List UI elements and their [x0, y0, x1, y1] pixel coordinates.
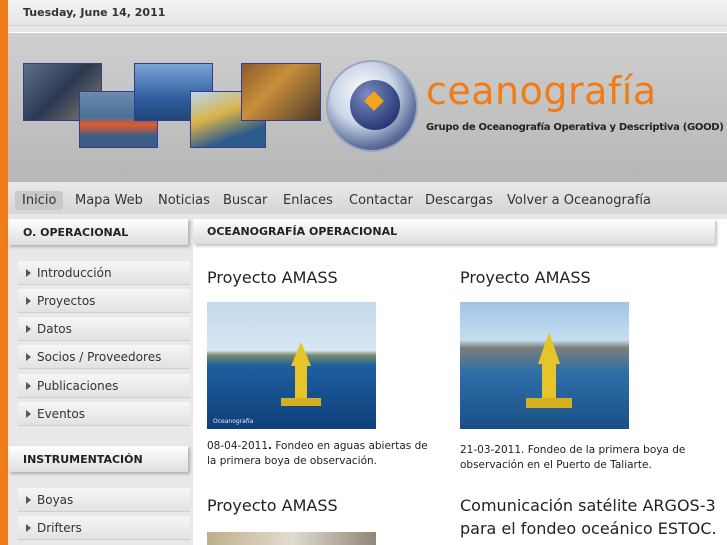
- nav-item-enlaces[interactable]: Enlaces: [279, 191, 337, 210]
- logo-diamond-icon: [364, 91, 384, 111]
- main-navigation: Inicio Mapa Web Noticias Buscar Enlaces …: [8, 186, 727, 214]
- bullet-arrow-icon: [26, 496, 31, 504]
- sidebar-item-label: Introducción: [37, 266, 112, 280]
- current-date: Tuesday, June 14, 2011: [23, 6, 166, 19]
- sidebar-section-title-operacional: O. OPERACIONAL: [8, 219, 188, 245]
- top-bar: Tuesday, June 14, 2011: [8, 0, 727, 26]
- buoy-illustration: [526, 332, 572, 408]
- sidebar-item-label: Publicaciones: [37, 379, 119, 393]
- nav-item-buscar[interactable]: Buscar: [219, 191, 271, 210]
- sidebar-item-drifters[interactable]: Drifters: [18, 516, 190, 540]
- sidebar-item-label: Eventos: [37, 407, 85, 421]
- logo-subtitle: Grupo de Oceanografía Operativa y Descri…: [426, 122, 724, 133]
- bullet-arrow-icon: [26, 353, 31, 361]
- sidebar-item-label: Datos: [37, 322, 72, 336]
- bullet-arrow-icon: [26, 269, 31, 277]
- nav-item-contactar[interactable]: Contactar: [345, 191, 417, 210]
- bullet-arrow-icon: [26, 297, 31, 305]
- nav-item-noticias[interactable]: Noticias: [154, 191, 214, 210]
- nav-item-volver[interactable]: Volver a Oceanografía: [503, 191, 655, 210]
- article-title[interactable]: Proyecto AMASS: [207, 496, 338, 515]
- article-title-line: para el fondeo oceánico ESTOC.: [460, 519, 717, 538]
- left-accent-bar: [0, 0, 8, 545]
- article-title[interactable]: Comunicación satélite ARGOS-3 para el fo…: [460, 494, 717, 540]
- logo-emblem[interactable]: [326, 60, 418, 152]
- article-title[interactable]: Proyecto AMASS: [460, 268, 591, 287]
- sidebar-item-boyas[interactable]: Boyas: [18, 488, 190, 512]
- sidebar-item-label: Drifters: [37, 521, 82, 535]
- sidebar-item-proyectos[interactable]: Proyectos: [18, 289, 190, 313]
- logo-title[interactable]: ceanografía: [426, 69, 657, 113]
- nav-item-inicio[interactable]: Inicio: [15, 191, 64, 210]
- site-header: ceanografía Grupo de Oceanografía Operat…: [8, 32, 727, 182]
- sidebar-item-label: Socios / Proveedores: [37, 350, 162, 364]
- sidebar-item-introduccion[interactable]: Introducción: [18, 261, 190, 285]
- bullet-arrow-icon: [26, 325, 31, 333]
- sidebar-item-label: Boyas: [37, 493, 74, 507]
- main-content: OCEANOGRAFÍA OPERACIONAL Proyecto AMASS …: [193, 219, 727, 545]
- article-title[interactable]: Proyecto AMASS: [207, 268, 338, 287]
- article-image-buoy-open-water[interactable]: Oceanografía: [207, 302, 376, 429]
- sidebar-section-title-instrumentacion: INSTRUMENTACIÓN: [8, 446, 188, 472]
- article-image-preview[interactable]: [207, 532, 376, 545]
- sidebar-item-label: Proyectos: [37, 294, 96, 308]
- header-photo-instruments: [241, 63, 321, 121]
- nav-item-mapa-web[interactable]: Mapa Web: [71, 191, 147, 210]
- article-caption: 21-03-2011. Fondeo de la primera boya de…: [460, 444, 686, 471]
- sidebar-item-publicaciones[interactable]: Publicaciones: [18, 374, 190, 398]
- bullet-arrow-icon: [26, 382, 31, 390]
- article-date: 08-04-2011: [207, 440, 269, 452]
- sidebar-item-socios[interactable]: Socios / Proveedores: [18, 345, 190, 369]
- sidebar-item-eventos[interactable]: Eventos: [18, 402, 190, 426]
- logo-globe-icon: [350, 80, 400, 130]
- caption-period: .: [268, 440, 273, 452]
- image-watermark: Oceanografía: [213, 418, 254, 425]
- main-section-title: OCEANOGRAFÍA OPERACIONAL: [193, 219, 715, 244]
- article-image-buoy-harbor[interactable]: [460, 302, 629, 429]
- nav-item-descargas[interactable]: Descargas: [421, 191, 497, 210]
- bullet-arrow-icon: [26, 524, 31, 532]
- article-caption: 08-04-2011. Fondeo en aguas abiertas de …: [207, 439, 437, 469]
- article-title-line: Comunicación satélite ARGOS-3: [460, 496, 716, 515]
- buoy-illustration: Oceanografía: [213, 342, 321, 425]
- bullet-arrow-icon: [26, 410, 31, 418]
- sidebar-item-datos[interactable]: Datos: [18, 317, 190, 341]
